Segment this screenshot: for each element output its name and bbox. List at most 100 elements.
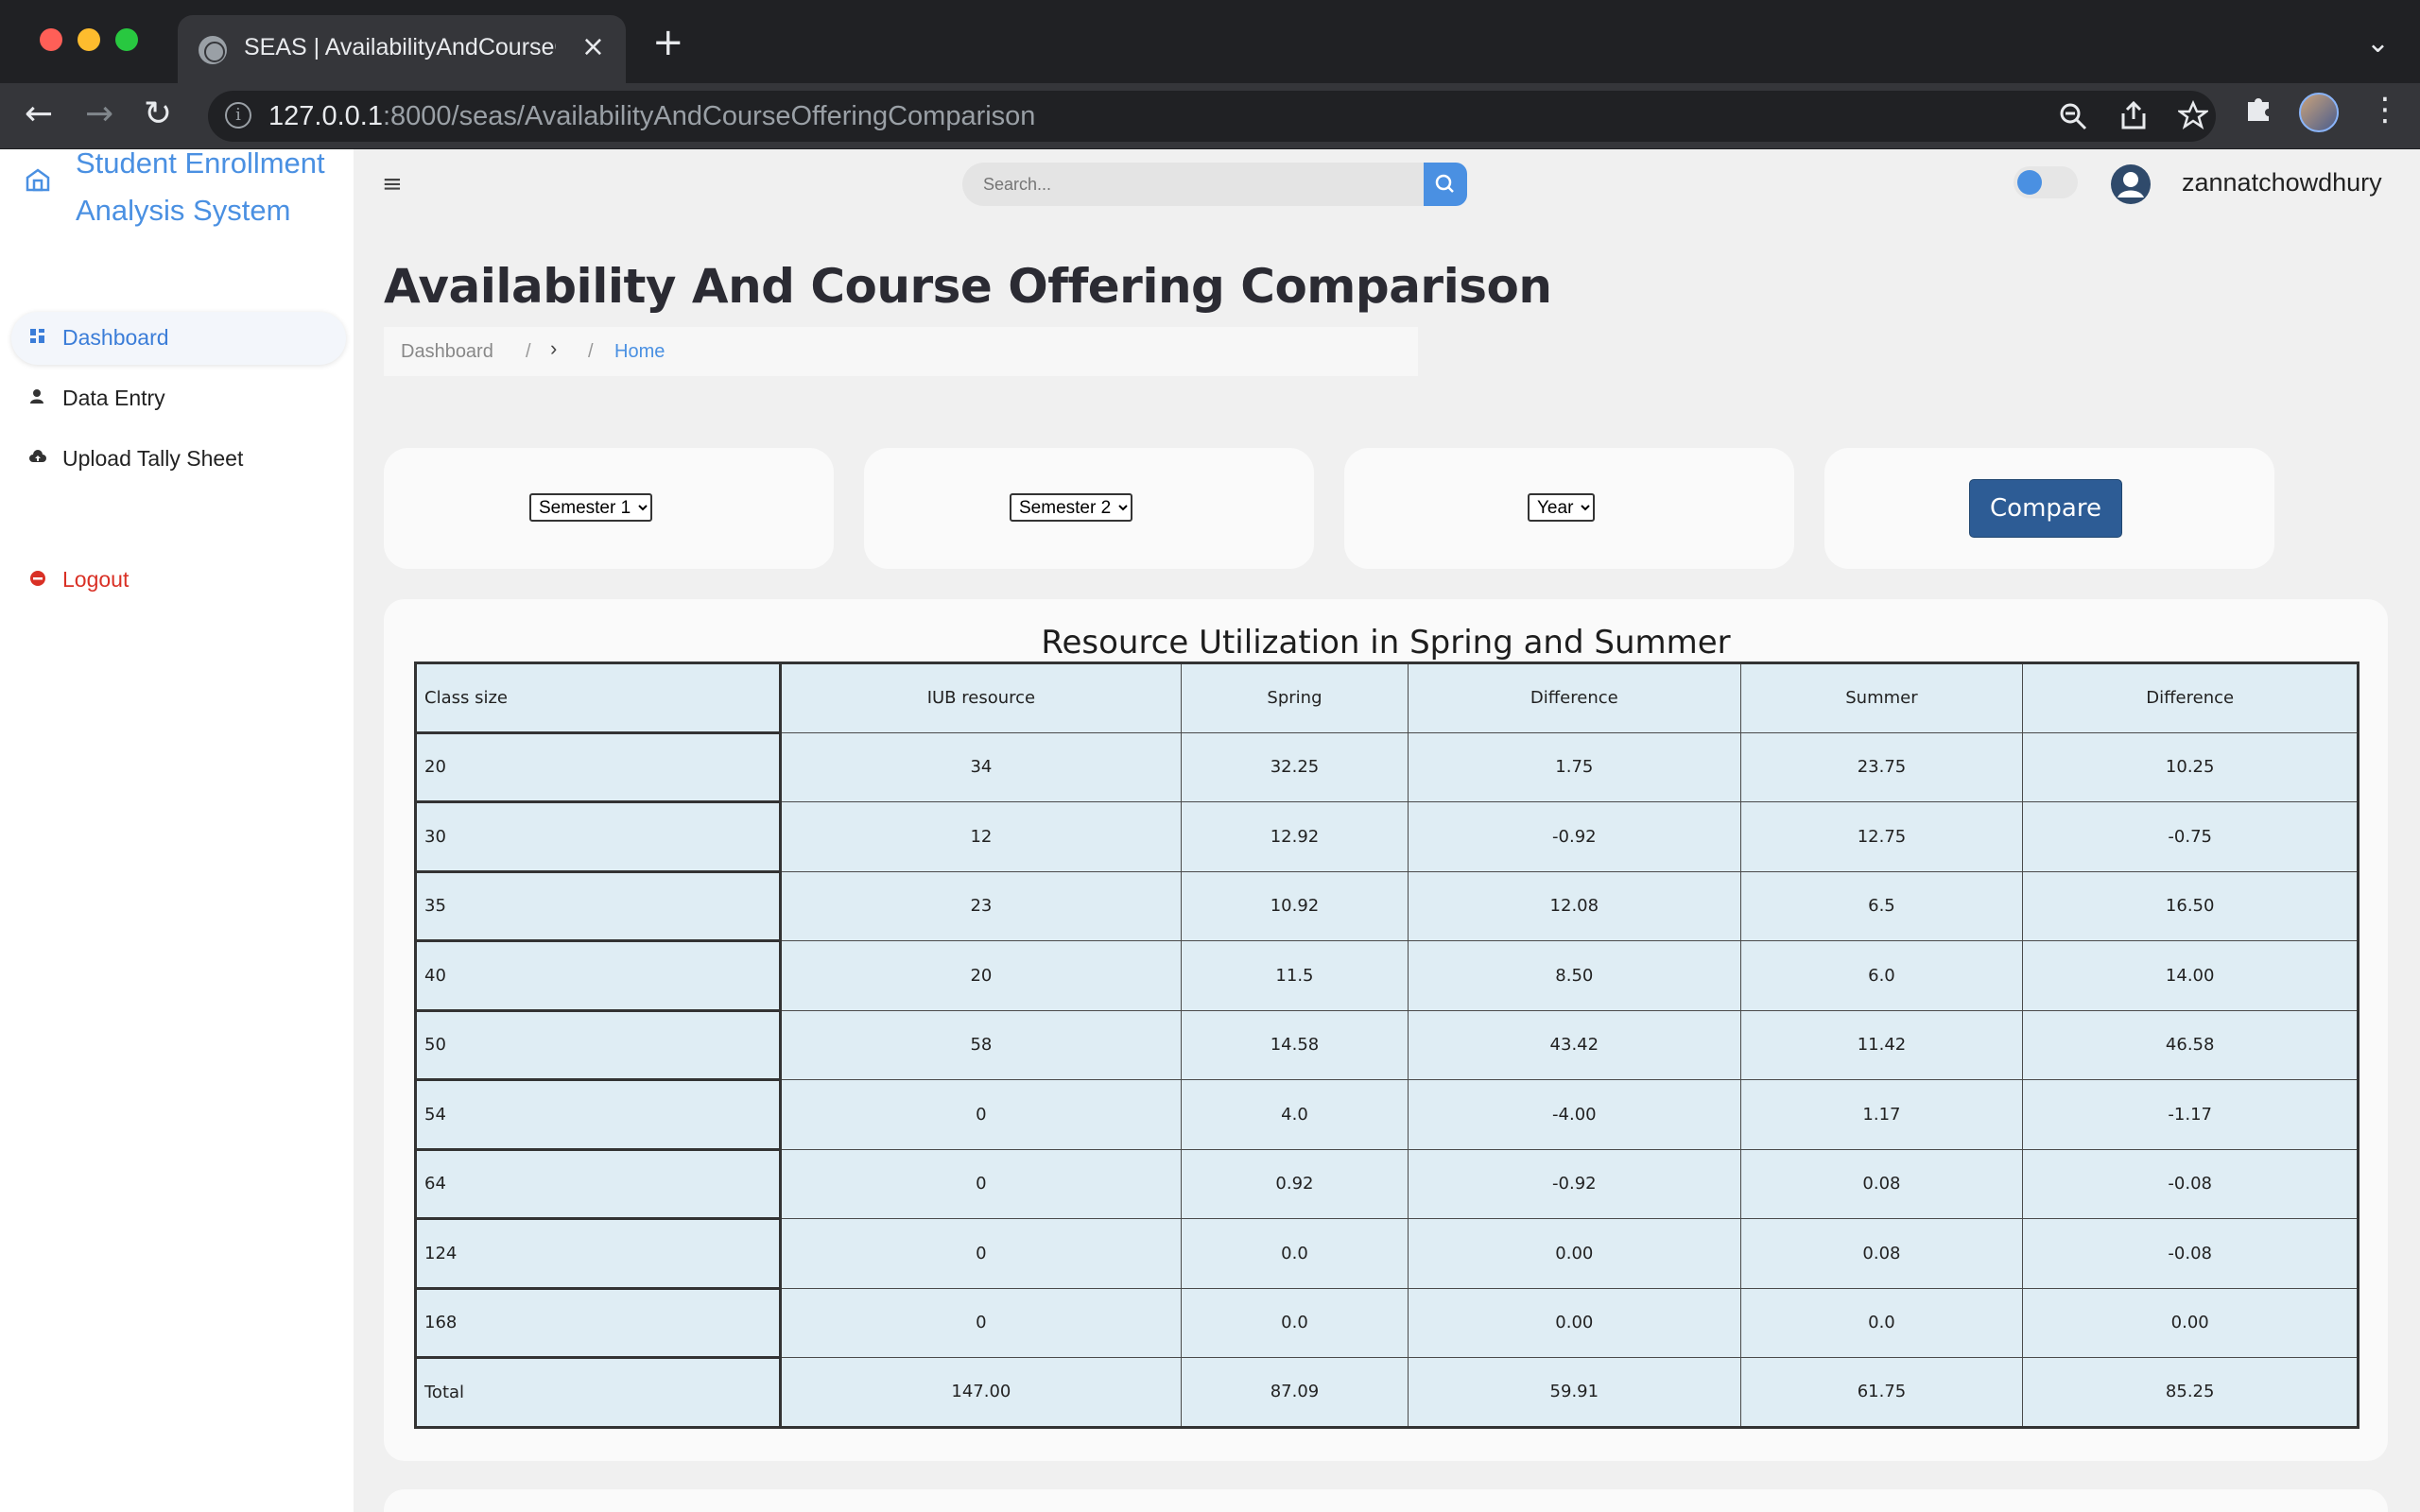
search-input[interactable] (962, 163, 1424, 206)
table-cell: Total (414, 1356, 782, 1429)
table-cell: 34 (780, 731, 1182, 802)
table-cell: 12 (780, 801, 1182, 872)
table-row: 124 0 0.0 0.00 0.08 -0.08 (414, 1217, 2359, 1290)
table-cell: 30 (414, 800, 782, 873)
table-cell: -4.00 (1408, 1079, 1741, 1150)
table-cell: 8.50 (1408, 940, 1741, 1011)
sidebar-item-label: Data Entry (62, 386, 165, 410)
puzzle-icon[interactable] (2242, 93, 2274, 125)
table-cell: 16.50 (2022, 870, 2359, 941)
forward-icon[interactable]: → (85, 94, 113, 133)
university-icon (26, 168, 50, 192)
sidebar-item-upload-tally-sheet[interactable]: Upload Tally Sheet (11, 433, 346, 486)
avatar[interactable] (2299, 93, 2339, 132)
table-cell: 0 (780, 1218, 1182, 1289)
search-icon (1435, 174, 1454, 193)
table-row: 168 0 0.0 0.00 0.0 0.00 (414, 1286, 2359, 1359)
table-cell: 87.09 (1180, 1357, 1409, 1428)
browser-tab[interactable]: SEAS | AvailabilityAndCourseOfferingComp… (178, 15, 626, 83)
semester2-select[interactable]: Semester 2 (1010, 493, 1132, 522)
table-cell: 58 (780, 1009, 1182, 1080)
logout-icon (30, 571, 45, 586)
table-cell: -0.08 (2022, 1218, 2359, 1289)
semester2-card: Semester 2 (864, 448, 1314, 569)
table-cell: 0.00 (1408, 1218, 1741, 1289)
table-cell: 46.58 (2022, 1009, 2359, 1080)
table-cell: 14.00 (2022, 940, 2359, 1011)
hamburger-menu-icon[interactable]: ≡ (382, 170, 403, 198)
year-select[interactable]: Year (1528, 493, 1595, 522)
cloud-upload-icon (29, 450, 46, 462)
table-cell: 0.92 (1180, 1148, 1409, 1219)
table-total-row: Total 147.00 87.09 59.91 61.75 85.25 (414, 1356, 2359, 1429)
table-cell: 124 (414, 1217, 782, 1290)
breadcrumb-separator: / (526, 341, 531, 362)
table-cell: 61.75 (1739, 1357, 2024, 1428)
table-cell: -0.92 (1408, 801, 1741, 872)
table-cell: 11.5 (1180, 940, 1409, 1011)
table-cell: 1.75 (1408, 731, 1741, 802)
sidebar-item-dashboard[interactable]: Dashboard (11, 312, 346, 365)
table-cell: 20 (780, 940, 1182, 1011)
compare-button[interactable]: Compare (1969, 479, 2122, 538)
table-row: 54 0 4.0 -4.00 1.17 -1.17 (414, 1078, 2359, 1151)
tab-title: SEAS | AvailabilityAndCourseOfferingComp… (244, 34, 556, 60)
toggle-knob (2017, 170, 2042, 195)
window-close-button[interactable] (40, 28, 62, 51)
chevron-down-icon[interactable]: ⌄ (2366, 26, 2390, 60)
table-cell: 147.00 (780, 1357, 1182, 1428)
sidebar-item-logout[interactable]: Logout (11, 554, 346, 607)
brand-name[interactable]: Student Enrollment Analysis System (76, 140, 359, 234)
table-cell: 0.00 (1408, 1287, 1741, 1358)
user-avatar-icon[interactable] (2110, 163, 2152, 205)
breadcrumb-dashboard[interactable]: Dashboard (401, 341, 493, 363)
table-cell: 43.42 (1408, 1009, 1741, 1080)
table-row: 20 34 32.25 1.75 23.75 10.25 (414, 730, 2359, 803)
table-header-row: Class size IUB resource Spring Differenc… (414, 662, 2359, 734)
browser-toolbar: ← → ↻ i 127.0.0.1:8000/seas/Availability… (0, 83, 2420, 149)
table-cell: 0.0 (1180, 1218, 1409, 1289)
url-host: 127.0.0.1 (268, 101, 383, 131)
table-row: 64 0 0.92 -0.92 0.08 -0.08 (414, 1147, 2359, 1220)
share-icon[interactable] (2119, 100, 2148, 130)
address-bar[interactable]: i 127.0.0.1:8000/seas/AvailabilityAndCou… (208, 91, 2216, 142)
semester1-select[interactable]: Semester 1 (529, 493, 652, 522)
table-cell: 0.0 (1180, 1287, 1409, 1358)
table-title: Resource Utilization in Spring and Summe… (1041, 624, 1731, 662)
kebab-menu-icon[interactable]: ⋮ (2369, 91, 2401, 129)
back-icon[interactable]: ← (25, 94, 53, 133)
table-cell: 6.0 (1739, 940, 2024, 1011)
table-cell: 0 (780, 1148, 1182, 1219)
breadcrumb-home[interactable]: Home (614, 341, 665, 363)
table-cell: 85.25 (2022, 1357, 2359, 1428)
table-cell: 4.0 (1180, 1079, 1409, 1150)
table-cell: 32.25 (1180, 731, 1409, 802)
table-cell: 54 (414, 1078, 782, 1151)
table-header: Difference (2022, 662, 2359, 733)
table-cell: 0.08 (1739, 1148, 2024, 1219)
sidebar-item-data-entry[interactable]: Data Entry (11, 372, 346, 425)
window-maximize-button[interactable] (115, 28, 138, 51)
table-cell: 59.91 (1408, 1357, 1741, 1428)
table-cell: 6.5 (1739, 870, 2024, 941)
table-cell: 1.17 (1739, 1079, 2024, 1150)
info-icon[interactable]: i (225, 102, 251, 129)
table-cell: 0 (780, 1079, 1182, 1150)
search-button[interactable] (1424, 163, 1467, 206)
table-body: 20 34 32.25 1.75 23.75 10.25 30 12 12.92 -0.92 12.… (414, 730, 2359, 1429)
table-header: IUB resource (780, 662, 1182, 733)
reload-icon[interactable]: ↻ (144, 94, 172, 133)
window-minimize-button[interactable] (78, 28, 100, 51)
table-cell: -1.17 (2022, 1079, 2359, 1150)
theme-toggle[interactable] (2014, 166, 2078, 198)
table-row: 50 58 14.58 43.42 11.42 46.58 (414, 1008, 2359, 1081)
table-cell: 0 (780, 1287, 1182, 1358)
table-cell: 10.25 (2022, 731, 2359, 802)
sidebar: Student Enrollment Analysis System Dashb… (0, 146, 354, 1512)
zoom-icon[interactable] (2059, 102, 2087, 130)
plus-icon[interactable]: + (652, 21, 684, 64)
table-cell: 10.92 (1180, 870, 1409, 941)
close-icon[interactable]: × (581, 30, 605, 63)
username[interactable]: zannatchowdhury (2182, 168, 2382, 198)
star-icon[interactable] (2178, 100, 2208, 130)
